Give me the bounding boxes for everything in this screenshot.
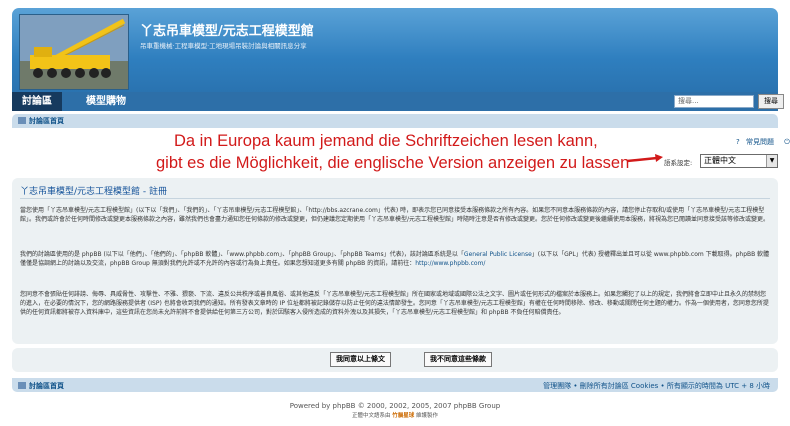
button-panel: 我同意以上條文 我不同意這些條款 [12, 348, 778, 372]
breadcrumb: 討論區首頁 [12, 114, 778, 128]
language-selected: 正體中文 [704, 156, 736, 165]
login-icon: ⏻ [784, 138, 790, 146]
breadcrumb-label: 討論區首頁 [29, 117, 64, 125]
tab-forum[interactable]: 討論區 [12, 92, 62, 111]
divider [20, 198, 770, 199]
terms-panel: 丫志吊車模型/元志工程模型館 - 註冊 當您使用「丫志吊車模型/元志工程模型館」… [12, 178, 778, 344]
search-button[interactable]: 搜尋 [758, 94, 784, 109]
home-icon [18, 117, 26, 124]
annotation-text: Da in Europa kaum jemand die Schriftzeic… [156, 130, 647, 174]
crane-logo [20, 15, 128, 89]
language-label: 語系設定: [664, 159, 693, 167]
footer-bar: 討論區首頁 管理團隊 • 刪除所有討論區 Cookies • 所有顯示的時間為 … [12, 378, 778, 392]
powered-by: Powered by phpBB © 2000, 2002, 2005, 200… [289, 402, 501, 410]
gpl-link[interactable]: General Public License [464, 251, 532, 258]
agree-button[interactable]: 我同意以上條文 [330, 352, 391, 367]
terms-paragraph-2: 我們的討論區使用的是 phpBB (以下以「他們」、「他們的」、「phpBB 軟… [20, 250, 772, 268]
panel-title: 丫志吊車模型/元志工程模型館 - 註冊 [20, 187, 168, 197]
page: 丫志吊車模型/元志工程模型館 吊車重機械‧工程車模型‧工地現場吊裝討論與相關訊息… [0, 0, 790, 426]
annotation-line-2: gibt es die Möglichkeit, die englische V… [156, 154, 630, 172]
search-input[interactable]: 搜尋... [674, 95, 754, 108]
faq-link[interactable]: ? 常見問題 [732, 138, 774, 146]
faq-icon: ? [736, 138, 740, 146]
terms-paragraph-3: 您同意不會張貼任何誹謗、侮辱、具威脅性、攻擊性、不雅、猥褻、下流、違反公共秩序或… [20, 291, 769, 317]
footer-home-label: 討論區首頁 [29, 382, 64, 390]
header: 丫志吊車模型/元志工程模型館 吊車重機械‧工程車模型‧工地現場吊裝討論與相關訊息… [12, 8, 778, 92]
site-logo[interactable] [19, 14, 129, 90]
home-icon [18, 382, 26, 389]
tab-model-shop[interactable]: 模型購物 [76, 92, 136, 111]
dropdown-arrow-icon: ▼ [766, 155, 777, 167]
annotation-line-1: Da in Europa kaum jemand die Schriftzeic… [174, 132, 598, 150]
red-arrow-icon [627, 154, 663, 163]
translation-prefix: 正體中文語系由 [351, 413, 391, 419]
main-nav: 討論區 模型購物 搜尋... 搜尋 [12, 92, 784, 111]
footer-links[interactable]: 管理團隊 • 刪除所有討論區 Cookies • 所有顯示的時間為 UTC + … [543, 381, 770, 391]
translator-link[interactable]: 竹貓星球 [392, 413, 414, 419]
site-description: 吊車重機械‧工程車模型‧工地現場吊裝討論與相關訊息分享 [140, 42, 307, 50]
phpbb-link[interactable]: http://www.phpbb.com/ [415, 260, 485, 267]
user-links: ? 常見問題 ⏻ 登入 [728, 137, 790, 147]
login-link[interactable]: ⏻ 登入 [780, 138, 790, 146]
translation-credit: 正體中文語系由 竹貓星球 維護製作 [0, 411, 790, 419]
translation-suffix: 維護製作 [416, 413, 439, 419]
breadcrumb-home[interactable]: 討論區首頁 [18, 116, 64, 126]
disagree-button[interactable]: 我不同意這些條款 [424, 352, 492, 367]
site-title[interactable]: 丫志吊車模型/元志工程模型館 [140, 20, 314, 39]
faq-label: 常見問題 [745, 138, 774, 146]
footer-home-link[interactable]: 討論區首頁 [18, 381, 64, 391]
terms-paragraph-1: 當您使用「丫志吊車模型/元志工程模型館」(以下以「我們」、「我們的」、「丫志吊車… [20, 207, 770, 224]
terms-paragraph-2-text: 我們的討論區使用的是 phpBB (以下以「他們」、「他們的」、「phpBB 軟… [20, 251, 464, 258]
language-select[interactable]: 正體中文 ▼ [700, 154, 778, 168]
